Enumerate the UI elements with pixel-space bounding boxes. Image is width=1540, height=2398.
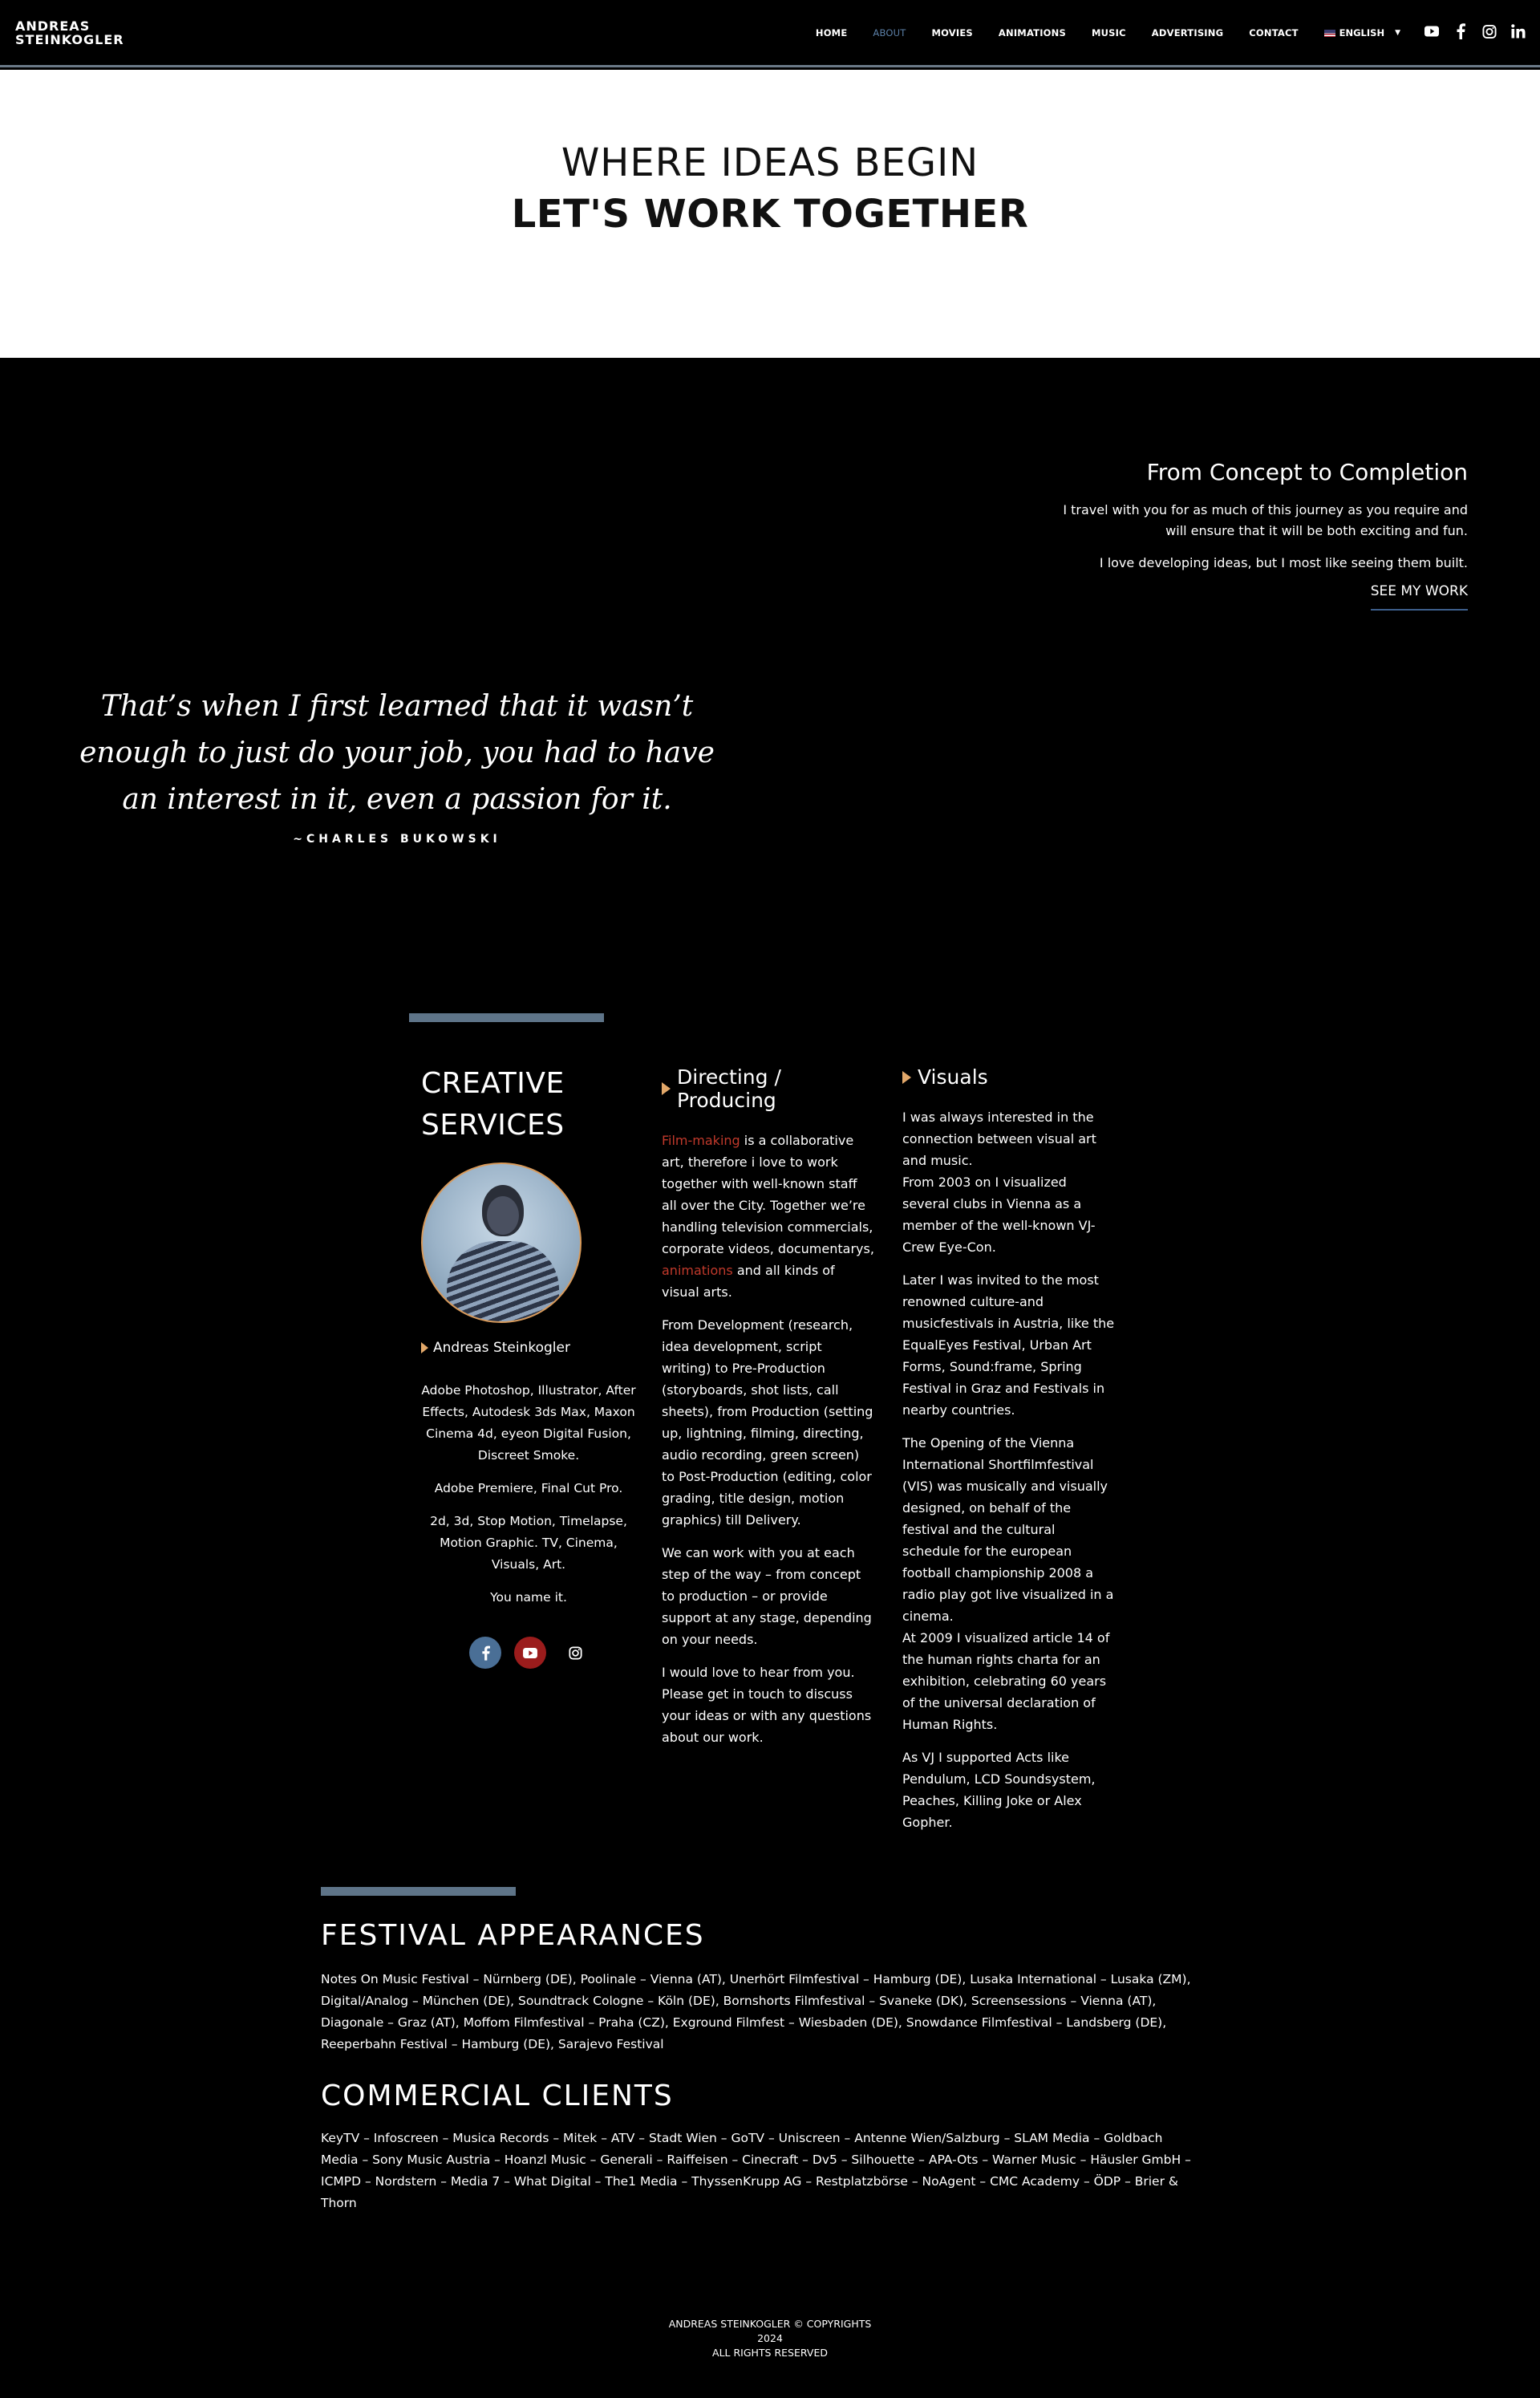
directing-text-a: is a collaborative art, therefore i love… xyxy=(662,1133,874,1256)
language-selector[interactable]: ENGLISH ▼ xyxy=(1311,27,1400,39)
linkedin-icon[interactable] xyxy=(1511,24,1526,39)
tools-list: Adobe Photoshop, Illustrator, After Effe… xyxy=(420,1380,637,1620)
instagram-icon[interactable] xyxy=(1482,24,1497,39)
person-name: Andreas Steinkogler xyxy=(421,1340,582,1356)
film-making-link[interactable]: Film-making xyxy=(662,1133,740,1148)
visuals-paragraph-2: Later I was invited to the most renowned… xyxy=(902,1272,1115,1418)
main-nav: HOME ABOUT MOVIES ANIMATIONS MUSIC ADVER… xyxy=(803,27,1400,39)
us-flag-icon xyxy=(1323,29,1335,37)
visuals-column: Visuals I was always interested in the c… xyxy=(902,1065,1115,1844)
concept-text-2: I love developing ideas, but I most like… xyxy=(1099,555,1468,570)
title-line-1: CREATIVE xyxy=(421,1067,565,1100)
visuals-paragraph-4: As VJ I supported Acts like Pendulum, LC… xyxy=(902,1750,1096,1830)
visuals-paragraph-1: I was always interested in the connectio… xyxy=(902,1110,1096,1168)
nav-advertising[interactable]: ADVERTISING xyxy=(1139,27,1237,39)
hero-section: WHERE IDEAS BEGIN LET'S WORK TOGETHER xyxy=(0,70,1540,358)
site-footer: ANDREAS STEINKOGLER © COPYRIGHTS 2024 AL… xyxy=(0,2317,1540,2360)
hero-subtitle: LET'S WORK TOGETHER xyxy=(511,192,1029,237)
site-header: ANDREAS STEINKOGLER HOME ABOUT MOVIES AN… xyxy=(0,0,1540,67)
site-logo[interactable]: ANDREAS STEINKOGLER xyxy=(15,19,124,47)
directing-heading: Directing / Producing xyxy=(662,1065,874,1112)
section-divider-bar xyxy=(321,1887,516,1896)
festival-title: FESTIVAL APPEARANCES xyxy=(321,1919,705,1952)
nav-contact[interactable]: CONTACT xyxy=(1236,27,1311,39)
footer-rights: ALL RIGHTS RESERVED xyxy=(712,2347,828,2359)
avatar-face-shape xyxy=(487,1196,519,1235)
title-line-2: SERVICES xyxy=(421,1109,565,1142)
header-social-links xyxy=(1424,23,1526,39)
nav-home[interactable]: HOME xyxy=(803,27,861,39)
creative-services-title: CREATIVE SERVICES xyxy=(421,1063,565,1146)
profile-social-links xyxy=(469,1637,591,1669)
avatar-body-shape xyxy=(447,1241,559,1321)
clients-title: COMMERCIAL CLIENTS xyxy=(321,2079,674,2112)
facebook-icon[interactable] xyxy=(1453,23,1468,39)
nav-about[interactable]: ABOUT xyxy=(860,27,918,39)
concept-title: From Concept to Completion xyxy=(1146,459,1468,485)
avatar xyxy=(421,1162,582,1323)
directing-paragraph-1: Film-making is a collaborative art, ther… xyxy=(662,1130,874,1303)
tools-item: You name it. xyxy=(490,1590,567,1605)
person-name-label: Andreas Steinkogler xyxy=(433,1340,570,1356)
directing-column: Directing / Producing Film-making is a c… xyxy=(662,1065,874,1759)
instagram-icon[interactable] xyxy=(559,1637,591,1669)
quote-text: That’s when I first learned that it wasn… xyxy=(79,690,715,816)
footer-copyright: ANDREAS STEINKOGLER © COPYRIGHTS xyxy=(668,2318,872,2330)
visuals-heading: Visuals xyxy=(902,1065,1115,1089)
tools-item: Adobe Premiere, Final Cut Pro. xyxy=(434,1481,623,1495)
logo-line-2: STEINKOGLER xyxy=(15,32,124,47)
visuals-paragraph-1b: From 2003 on I visualized several clubs … xyxy=(902,1175,1096,1255)
directing-paragraph-3: We can work with you at each step of the… xyxy=(662,1545,872,1647)
tools-item: 2d, 3d, Stop Motion, Timelapse, Motion G… xyxy=(430,1514,627,1572)
hero-title: WHERE IDEAS BEGIN xyxy=(561,140,979,185)
language-label: ENGLISH xyxy=(1339,27,1385,39)
footer-year: 2024 xyxy=(757,2332,783,2344)
youtube-icon[interactable] xyxy=(514,1637,546,1669)
facebook-icon[interactable] xyxy=(469,1637,501,1669)
tools-item: Adobe Photoshop, Illustrator, After Effe… xyxy=(421,1383,636,1463)
quote-author: ~CHARLES BUKOWSKI xyxy=(293,833,501,846)
directing-paragraph-4: I would love to hear from you. Please ge… xyxy=(662,1665,872,1745)
quote-block: That’s when I first learned that it wasn… xyxy=(76,684,718,846)
directing-title: Directing / Producing xyxy=(677,1065,781,1112)
triangle-bullet-icon xyxy=(662,1082,671,1095)
page: ANDREAS STEINKOGLER HOME ABOUT MOVIES AN… xyxy=(0,0,1540,2398)
visuals-title: Visuals xyxy=(918,1065,988,1089)
concept-block: From Concept to Completion I travel with… xyxy=(1051,459,1468,611)
nav-movies[interactable]: MOVIES xyxy=(918,27,985,39)
nav-animations[interactable]: ANIMATIONS xyxy=(986,27,1079,39)
concept-text-1: I travel with you for as much of this jo… xyxy=(1063,502,1468,538)
logo-line-1: ANDREAS xyxy=(15,18,91,34)
youtube-icon[interactable] xyxy=(1424,24,1439,39)
visuals-paragraph-3: The Opening of the Vienna International … xyxy=(902,1435,1114,1624)
nav-music[interactable]: MUSIC xyxy=(1079,27,1139,39)
animations-link[interactable]: animations xyxy=(662,1263,733,1278)
directing-paragraph-2: From Development (research, idea develop… xyxy=(662,1317,873,1528)
chevron-down-icon: ▼ xyxy=(1395,29,1400,37)
clients-text: KeyTV – Infoscreen – Musica Records – Mi… xyxy=(321,2131,1191,2210)
see-my-work-link[interactable]: SEE MY WORK xyxy=(1370,583,1468,611)
festival-text: Notes On Music Festival – Nürnberg (DE),… xyxy=(321,1972,1191,2051)
section-divider-bar xyxy=(409,1013,604,1022)
visuals-paragraph-3b: At 2009 I visualized article 14 of the h… xyxy=(902,1630,1110,1732)
triangle-bullet-icon xyxy=(421,1342,428,1353)
triangle-bullet-icon xyxy=(902,1070,911,1084)
